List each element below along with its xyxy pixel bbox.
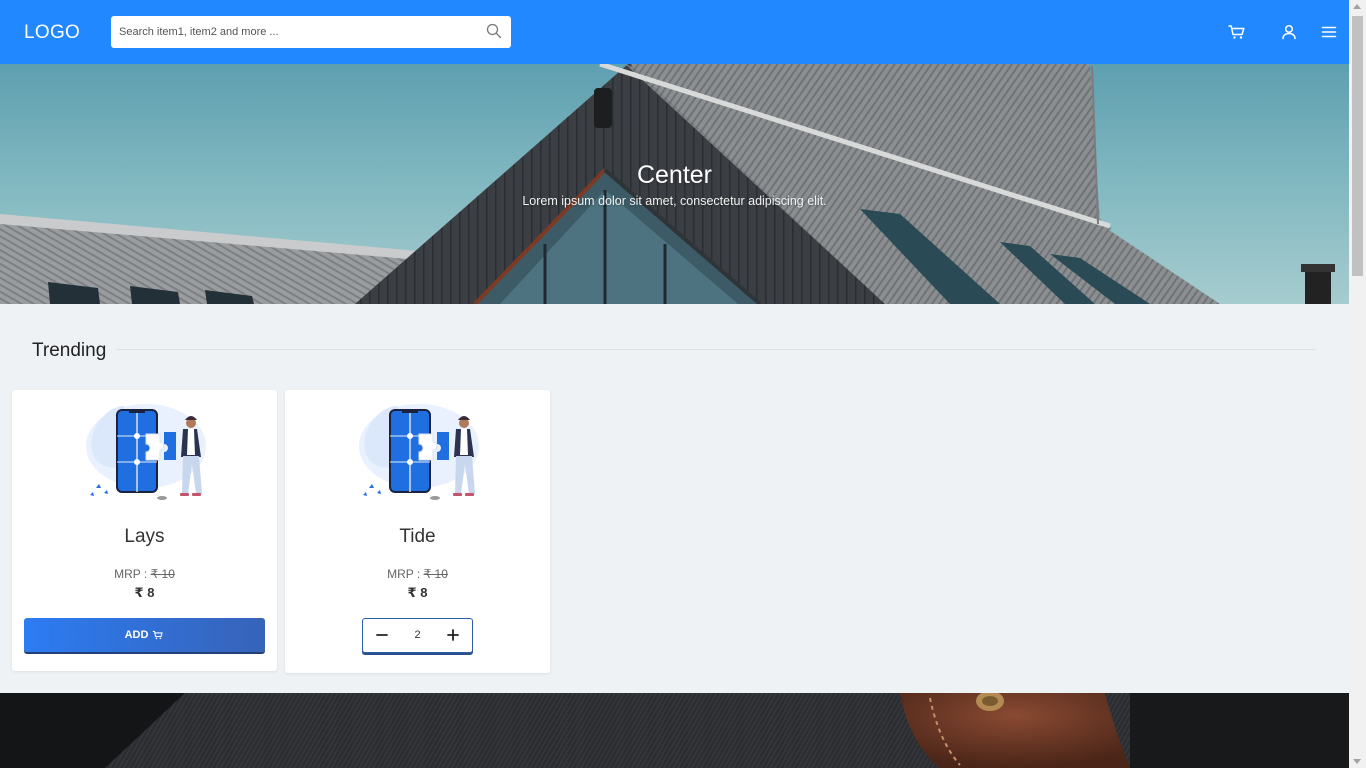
- product-price: ₹ 8: [134, 585, 155, 600]
- product-illustration: [86, 404, 206, 500]
- scroll-down-arrow-icon[interactable]: [1353, 759, 1361, 764]
- menu-icon[interactable]: [1319, 22, 1339, 42]
- top-navbar: LOGO: [0, 0, 1349, 64]
- quantity-stepper: 2: [362, 618, 473, 653]
- section-divider: [116, 349, 1316, 350]
- section-title-trending: Trending: [32, 340, 107, 361]
- product-price: ₹ 8: [407, 585, 428, 600]
- search-bar: [111, 16, 511, 48]
- hero-subtitle: Lorem ipsum dolor sit amet, consectetur …: [522, 194, 827, 208]
- product-mrp: MRP : ₹ 10: [12, 567, 277, 581]
- product-name[interactable]: Lays: [12, 526, 277, 548]
- hero-banner: Center Lorem ipsum dolor sit amet, conse…: [0, 64, 1349, 304]
- mrp-value: ₹ 10: [150, 567, 175, 581]
- mrp-label: MRP :: [387, 567, 424, 581]
- product-name[interactable]: Tide: [285, 526, 550, 548]
- search-icon[interactable]: [486, 23, 502, 39]
- logo[interactable]: LOGO: [24, 22, 80, 44]
- hero-title: Center: [636, 161, 713, 189]
- banner-background-image: [0, 693, 1349, 768]
- cart-icon[interactable]: [1227, 22, 1247, 42]
- product-illustration: [359, 404, 479, 500]
- product-mrp: MRP : ₹ 10: [285, 567, 550, 581]
- increment-button[interactable]: [434, 619, 472, 651]
- minus-icon: [376, 634, 388, 636]
- product-card[interactable]: Tide MRP : ₹ 10 ₹ 8 2: [285, 390, 550, 673]
- scroll-up-arrow-icon[interactable]: [1353, 4, 1361, 9]
- plus-icon: [447, 629, 459, 641]
- search-input[interactable]: [111, 16, 481, 48]
- user-icon[interactable]: [1279, 22, 1299, 42]
- decrement-button[interactable]: [363, 619, 401, 651]
- cart-icon: [153, 630, 164, 640]
- quantity-value: 2: [414, 629, 421, 641]
- mrp-label: MRP :: [114, 567, 151, 581]
- scrollbar-thumb[interactable]: [1352, 16, 1363, 276]
- product-card[interactable]: Lays MRP : ₹ 10 ₹ 8 ADD: [12, 390, 277, 671]
- add-button-label: ADD: [124, 629, 149, 641]
- add-to-cart-button[interactable]: ADD: [24, 618, 265, 652]
- vertical-scrollbar[interactable]: [1349, 0, 1366, 768]
- secondary-banner: [0, 693, 1349, 768]
- mrp-value: ₹ 10: [423, 567, 448, 581]
